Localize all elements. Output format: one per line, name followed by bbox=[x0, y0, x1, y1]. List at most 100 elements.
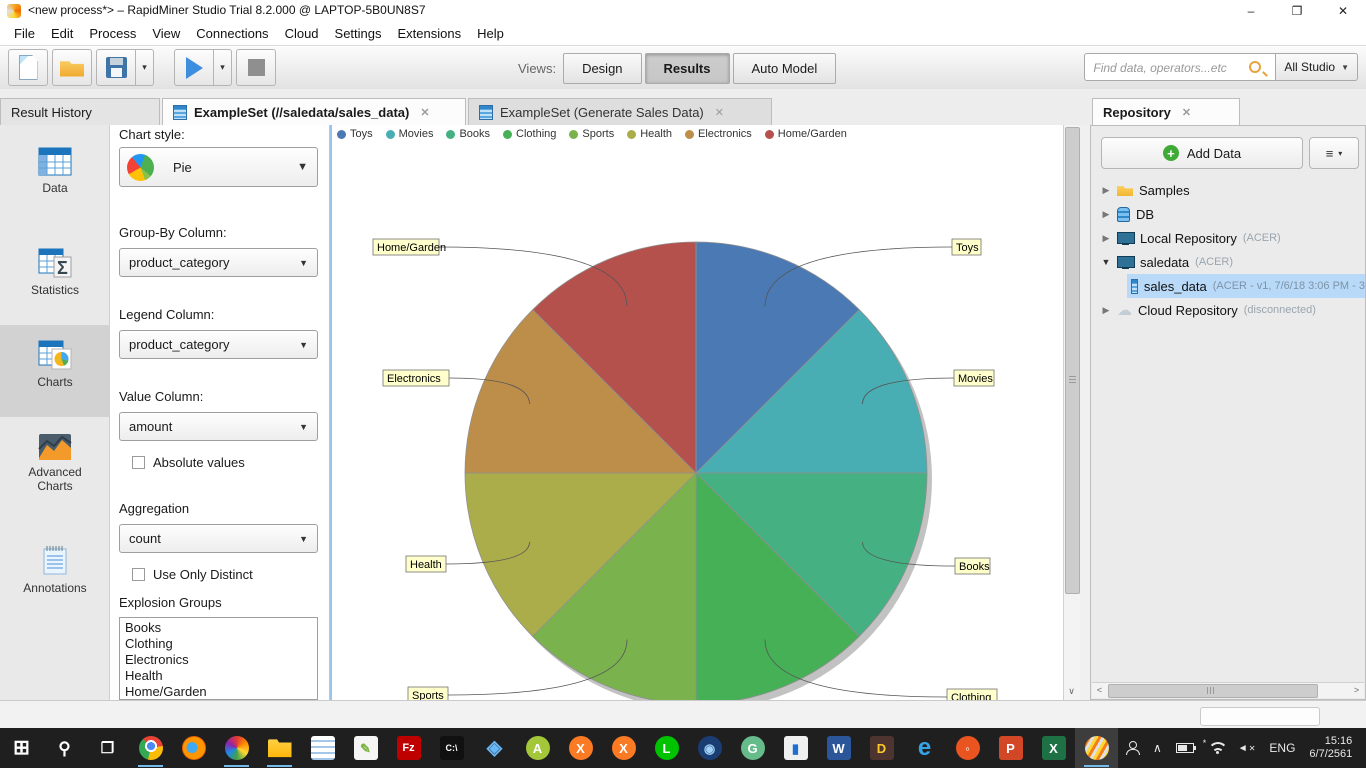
group-by-dropdown[interactable]: product_category ▼ bbox=[119, 248, 318, 277]
chrome-icon[interactable] bbox=[129, 728, 172, 768]
sidebar-item-advanced-charts[interactable]: Advanced Charts bbox=[0, 433, 110, 493]
search-input[interactable] bbox=[1091, 57, 1245, 79]
scroll-right-button[interactable]: > bbox=[1349, 683, 1364, 697]
value-column-dropdown[interactable]: amount ▼ bbox=[119, 412, 318, 441]
explosion-group-item[interactable]: Books bbox=[125, 620, 317, 636]
horizontal-scrollbar-thumb[interactable] bbox=[1108, 684, 1318, 698]
aggregation-dropdown[interactable]: count ▼ bbox=[119, 524, 318, 553]
minimize-button[interactable]: – bbox=[1228, 0, 1274, 22]
line-icon[interactable]: L bbox=[645, 728, 688, 768]
notification-center-icon[interactable]: 1 bbox=[1359, 728, 1366, 768]
tree-item-sales-data[interactable]: sales_data (ACER - v1, 7/6/18 3:06 PM - … bbox=[1127, 274, 1365, 298]
tree-item-local-repository[interactable]: ▶ Local Repository (ACER) bbox=[1091, 226, 1365, 250]
ubuntu-icon[interactable]: ◦ bbox=[946, 728, 989, 768]
media-player-icon[interactable]: ◉ bbox=[688, 728, 731, 768]
expander-expanded-icon[interactable]: ▼ bbox=[1101, 257, 1111, 267]
remote-desktop-icon[interactable]: ▮ bbox=[774, 728, 817, 768]
horizontal-scrollbar[interactable]: < > bbox=[1092, 682, 1364, 698]
menu-item[interactable]: File bbox=[6, 23, 43, 44]
explosion-group-item[interactable]: Clothing bbox=[125, 636, 317, 652]
close-tab-icon[interactable]: ✕ bbox=[715, 106, 724, 119]
open-process-button[interactable] bbox=[52, 49, 92, 86]
search-icon[interactable] bbox=[1249, 61, 1261, 73]
menu-item[interactable]: Process bbox=[81, 23, 144, 44]
tree-item-db[interactable]: ▶ DB bbox=[1091, 202, 1365, 226]
close-button[interactable]: ✕ bbox=[1320, 0, 1366, 22]
results-view-button[interactable]: Results bbox=[645, 53, 730, 84]
menu-item[interactable]: Connections bbox=[188, 23, 276, 44]
notepad-plus-plus-icon[interactable]: ✎ bbox=[344, 728, 387, 768]
tree-item-cloud-repository[interactable]: ▶ ☁ Cloud Repository (disconnected) bbox=[1091, 298, 1365, 322]
sidebar-item-charts[interactable]: Charts bbox=[0, 325, 110, 417]
menu-item[interactable]: Edit bbox=[43, 23, 81, 44]
vertical-scrollbar[interactable]: ∨ bbox=[1063, 125, 1080, 700]
sidebar-item-statistics[interactable]: Σ Statistics bbox=[0, 247, 110, 297]
paint-icon[interactable] bbox=[215, 728, 258, 768]
virtualbox-icon[interactable]: ◈ bbox=[473, 728, 516, 768]
people-icon[interactable] bbox=[1118, 728, 1146, 768]
add-data-button[interactable]: + Add Data bbox=[1101, 137, 1303, 169]
xampp-icon-2[interactable]: X bbox=[602, 728, 645, 768]
powerpoint-icon[interactable]: P bbox=[989, 728, 1032, 768]
tree-item-saledata[interactable]: ▼ saledata (ACER) bbox=[1091, 250, 1365, 274]
close-tab-icon[interactable]: ✕ bbox=[1182, 106, 1191, 119]
file-explorer-icon[interactable] bbox=[258, 728, 301, 768]
dosbox-icon[interactable]: D bbox=[860, 728, 903, 768]
save-button[interactable] bbox=[96, 49, 136, 86]
task-view-icon[interactable]: ❐ bbox=[86, 728, 129, 768]
firefox-icon[interactable] bbox=[172, 728, 215, 768]
expander-collapsed-icon[interactable]: ▶ bbox=[1101, 305, 1111, 316]
scroll-down-button[interactable]: ∨ bbox=[1064, 684, 1079, 699]
menu-item[interactable]: View bbox=[144, 23, 188, 44]
tree-item-samples[interactable]: ▶ Samples bbox=[1091, 178, 1365, 202]
edge-icon[interactable]: e bbox=[903, 728, 946, 768]
taskbar-clock[interactable]: 15:16 6/7/2561 bbox=[1302, 728, 1359, 768]
design-view-button[interactable]: Design bbox=[563, 53, 641, 84]
tab-repository[interactable]: Repository ✕ bbox=[1092, 98, 1240, 125]
menu-item[interactable]: Settings bbox=[327, 23, 390, 44]
new-process-button[interactable] bbox=[8, 49, 48, 86]
run-dropdown-button[interactable]: ▾ bbox=[214, 49, 232, 86]
tab-exampleset-generate-sales-data[interactable]: ExampleSet (Generate Sales Data) ✕ bbox=[468, 98, 772, 125]
menu-item[interactable]: Help bbox=[469, 23, 512, 44]
tab-result-history[interactable]: Result History bbox=[0, 98, 160, 125]
volume-muted-icon[interactable]: ◄ ✕ bbox=[1231, 728, 1263, 768]
filezilla-icon[interactable]: Fz bbox=[387, 728, 430, 768]
legend-column-dropdown[interactable]: product_category ▼ bbox=[119, 330, 318, 359]
language-indicator[interactable]: ENG bbox=[1262, 728, 1302, 768]
close-tab-icon[interactable]: ✕ bbox=[420, 106, 429, 119]
chart-style-dropdown[interactable]: Pie ▼ bbox=[119, 147, 318, 187]
restore-button[interactable]: ❐ bbox=[1274, 0, 1320, 22]
xampp-icon[interactable]: X bbox=[559, 728, 602, 768]
explosion-group-item[interactable]: Health bbox=[125, 668, 317, 684]
sidebar-item-annotations[interactable]: Annotations bbox=[0, 545, 110, 595]
rapidminer-icon[interactable] bbox=[1075, 728, 1118, 768]
word-icon[interactable]: W bbox=[817, 728, 860, 768]
android-studio-icon[interactable]: A bbox=[516, 728, 559, 768]
explosion-group-item[interactable]: Electronics bbox=[125, 652, 317, 668]
search-icon[interactable]: ⚲ bbox=[43, 728, 86, 768]
scroll-left-button[interactable]: < bbox=[1092, 683, 1107, 697]
vertical-scrollbar-thumb[interactable] bbox=[1065, 127, 1080, 594]
excel-icon[interactable]: X bbox=[1032, 728, 1075, 768]
genymotion-icon[interactable]: G bbox=[731, 728, 774, 768]
menu-item[interactable]: Cloud bbox=[277, 23, 327, 44]
search-scope-dropdown[interactable]: All Studio ▼ bbox=[1276, 53, 1358, 81]
repository-menu-button[interactable]: ≡ ▾ bbox=[1309, 137, 1359, 169]
absolute-values-checkbox[interactable] bbox=[132, 456, 145, 469]
auto-model-view-button[interactable]: Auto Model bbox=[733, 53, 837, 84]
wifi-icon[interactable]: * bbox=[1201, 728, 1231, 768]
command-prompt-icon[interactable]: C:\ bbox=[430, 728, 473, 768]
notepad-icon[interactable] bbox=[301, 728, 344, 768]
run-button[interactable] bbox=[174, 49, 214, 86]
start-button[interactable]: ⊞ bbox=[0, 728, 43, 768]
battery-icon[interactable] bbox=[1169, 728, 1201, 768]
tab-exampleset-sales-data[interactable]: ExampleSet (//saledata/sales_data) ✕ bbox=[162, 98, 466, 125]
hidden-icons-chevron-icon[interactable]: ∧ bbox=[1146, 728, 1169, 768]
menu-item[interactable]: Extensions bbox=[390, 23, 470, 44]
stop-button[interactable] bbox=[236, 49, 276, 86]
sidebar-item-data[interactable]: Data bbox=[0, 147, 110, 195]
expander-collapsed-icon[interactable]: ▶ bbox=[1101, 233, 1111, 244]
expander-collapsed-icon[interactable]: ▶ bbox=[1101, 185, 1111, 196]
explosion-group-item[interactable]: Home/Garden bbox=[125, 684, 317, 700]
